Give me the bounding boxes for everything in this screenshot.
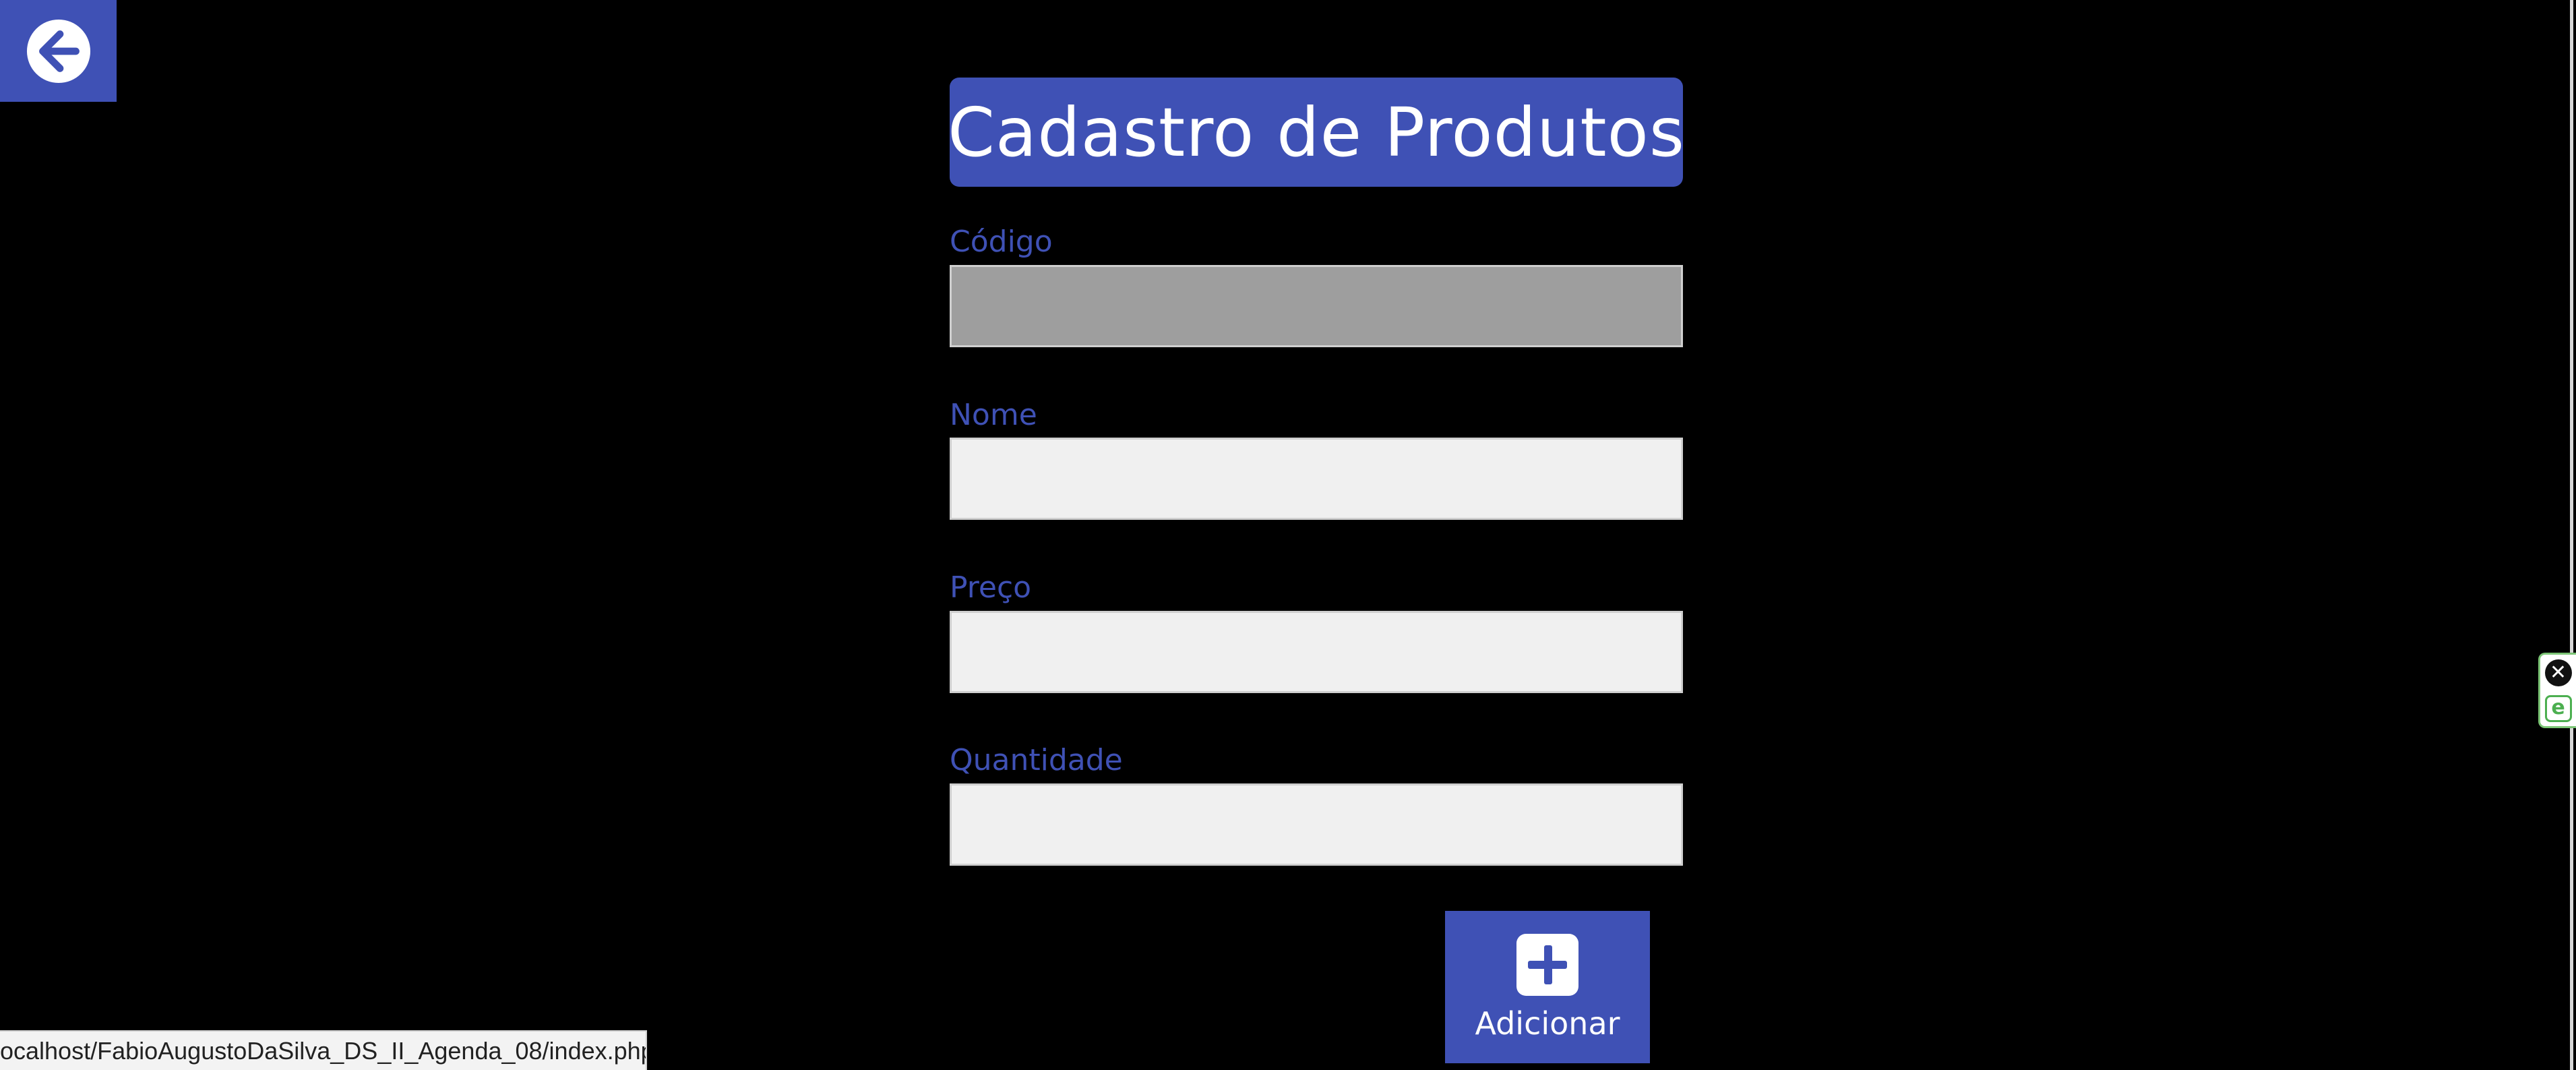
codigo-label: Código — [950, 225, 1053, 259]
nome-label: Nome — [950, 398, 1037, 432]
plus-square-icon — [1516, 934, 1578, 996]
close-icon[interactable]: ✕ — [2544, 659, 2572, 686]
status-bar-url-preview: localhost/FabioAugustoDaSilva_DS_II_Agen… — [0, 1030, 647, 1070]
page-title-banner: Cadastro de Produtos — [948, 78, 1685, 187]
back-button[interactable] — [0, 0, 117, 102]
extension-widget: ✕ e — [2538, 653, 2576, 728]
page: Cadastro de Produtos Código Nome Preço Q… — [0, 0, 2576, 1070]
adicionar-button[interactable]: Adicionar — [1445, 911, 1650, 1063]
preco-field[interactable] — [950, 611, 1683, 693]
quantidade-label: Quantidade — [950, 743, 1123, 777]
preco-label: Preço — [950, 570, 1032, 605]
adicionar-label: Adicionar — [1475, 1005, 1620, 1042]
arrow-left-circle-icon — [26, 19, 90, 83]
codigo-field[interactable] — [950, 265, 1683, 347]
extension-logo-icon[interactable]: e — [2544, 694, 2572, 722]
nome-field[interactable] — [950, 438, 1683, 520]
quantidade-field[interactable] — [950, 783, 1683, 866]
page-title: Cadastro de Produtos — [948, 92, 1685, 172]
status-url: localhost/FabioAugustoDaSilva_DS_II_Agen… — [0, 1036, 647, 1065]
scrollbar[interactable] — [2570, 0, 2573, 1070]
